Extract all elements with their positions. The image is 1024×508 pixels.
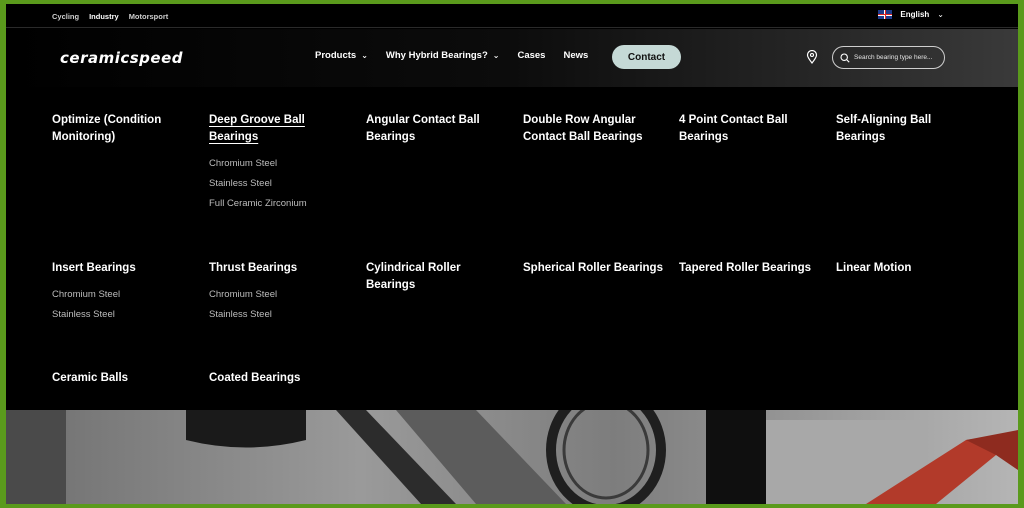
menu-category: Double Row Angular Contact Ball Bearings [523,112,663,146]
ceramicspeed-logo[interactable]: ceramicspeed [60,49,183,67]
menu-category-label: Insert Bearings [52,262,136,274]
menu-category-label: Cylindrical Roller Bearings [366,262,461,291]
menu-category: Tapered Roller Bearings [679,260,819,277]
menu-category-label: Double Row Angular Contact Ball Bearings [523,114,643,143]
nav-item-label: Cases [517,50,546,61]
menu-category: Coated Bearings [209,370,349,387]
menu-subitem-list: Chromium Steel Stainless Steel [52,285,192,325]
search-placeholder: Search bearing type here... [854,54,933,61]
nav-item-products[interactable]: Products ⌄ [315,50,368,61]
menu-category: Cylindrical Roller Bearings [366,260,506,294]
search-input[interactable]: Search bearing type here... [832,46,945,69]
segment-link-industry[interactable]: Industry [89,12,119,21]
menu-category-label: Angular Contact Ball Bearings [366,114,480,143]
menu-category-title[interactable]: Angular Contact Ball Bearings [366,112,506,146]
menu-category-title[interactable]: Self-Aligning Ball Bearings [836,112,976,146]
search-icon [840,52,850,63]
chevron-down-icon: ⌄ [937,10,944,19]
menu-category-label: Optimize (Condition Monitoring) [52,114,162,143]
menu-subitem[interactable]: Chromium Steel [209,285,349,305]
menu-category-title[interactable]: Coated Bearings [209,370,349,387]
menu-category-title[interactable]: Tapered Roller Bearings [679,260,819,277]
menu-category: Spherical Roller Bearings [523,260,663,277]
contact-button[interactable]: Contact [612,45,681,69]
menu-category-label: Deep Groove Ball Bearings [209,114,305,143]
hero-image [6,410,1018,504]
nav-item-cases[interactable]: Cases [517,50,545,61]
menu-category: Linear Motion [836,260,976,277]
main-nav: Products ⌄ Why Hybrid Bearings? ⌄ Cases News [315,50,588,61]
bearing-machine-photo [6,410,1018,504]
menu-subitem[interactable]: Stainless Steel [209,174,349,194]
menu-category-title[interactable]: Thrust Bearings [209,260,349,277]
utility-bar: Cycling Industry Motorsport English ⌄ [6,4,1018,28]
page-frame: Cycling Industry Motorsport English ⌄ cera… [6,4,1018,504]
nav-item-label: Products [315,50,357,61]
menu-category-label: Thrust Bearings [209,262,298,274]
menu-subitem-list: Chromium Steel Stainless Steel [209,285,349,325]
menu-category-label: Coated Bearings [209,372,301,384]
menu-category: Self-Aligning Ball Bearings [836,112,976,146]
segment-link-motorsport[interactable]: Motorsport [129,12,169,21]
menu-category-title[interactable]: Ceramic Balls [52,370,192,387]
menu-category-title[interactable]: Deep Groove Ball Bearings [209,112,349,146]
menu-subitem[interactable]: Full Ceramic Zirconium [209,194,349,214]
menu-category-title[interactable]: Cylindrical Roller Bearings [366,260,506,294]
menu-category: Ceramic Balls [52,370,192,387]
language-selector[interactable]: English ⌄ [878,10,944,19]
chevron-down-icon: ⌄ [492,51,500,60]
products-mega-menu: Optimize (Condition Monitoring) Deep Groo… [6,87,1018,410]
menu-subitem[interactable]: Stainless Steel [52,305,192,325]
menu-category-label: Linear Motion [836,262,912,274]
menu-category-label: Tapered Roller Bearings [679,262,812,274]
menu-category-title[interactable]: Linear Motion [836,260,976,277]
segment-links: Cycling Industry Motorsport [52,12,168,21]
menu-category-title[interactable]: Insert Bearings [52,260,192,277]
language-label: English [900,10,930,19]
menu-category: Deep Groove Ball Bearings Chromium Steel S… [209,112,349,214]
menu-subitem-list: Chromium Steel Stainless Steel Full Cerami… [209,154,349,214]
menu-category: Insert Bearings Chromium Steel Stainless S… [52,260,192,325]
menu-category-label: Self-Aligning Ball Bearings [836,114,932,143]
menu-category: Angular Contact Ball Bearings [366,112,506,146]
nav-item-why-hybrid-bearings[interactable]: Why Hybrid Bearings? ⌄ [386,50,500,61]
nav-item-news[interactable]: News [563,50,588,61]
chevron-down-icon: ⌄ [361,51,368,60]
menu-category-title[interactable]: Double Row Angular Contact Ball Bearings [523,112,663,146]
menu-category-title[interactable]: Spherical Roller Bearings [523,260,663,277]
menu-category-title[interactable]: 4 Point Contact Ball Bearings [679,112,819,146]
nav-item-label: Why Hybrid Bearings? [385,50,488,61]
menu-category-title[interactable]: Optimize (Condition Monitoring) [52,112,192,146]
menu-subitem[interactable]: Chromium Steel [209,154,349,174]
menu-subitem[interactable]: Stainless Steel [209,305,349,325]
menu-category: Optimize (Condition Monitoring) [52,112,192,146]
segment-link-cycling[interactable]: Cycling [52,12,79,21]
menu-category-label: 4 Point Contact Ball Bearings [679,114,788,143]
nav-item-label: News [563,50,589,61]
menu-category-label: Ceramic Balls [52,372,129,384]
main-header: ceramicspeed Products ⌄ Why Hybrid Bearing… [6,29,1018,87]
menu-category-label: Spherical Roller Bearings [523,262,663,274]
menu-category: 4 Point Contact Ball Bearings [679,112,819,146]
location-pin-icon[interactable] [806,50,818,64]
menu-category: Thrust Bearings Chromium Steel Stainless S… [209,260,349,325]
uk-flag-icon [878,10,893,19]
menu-subitem[interactable]: Chromium Steel [52,285,192,305]
